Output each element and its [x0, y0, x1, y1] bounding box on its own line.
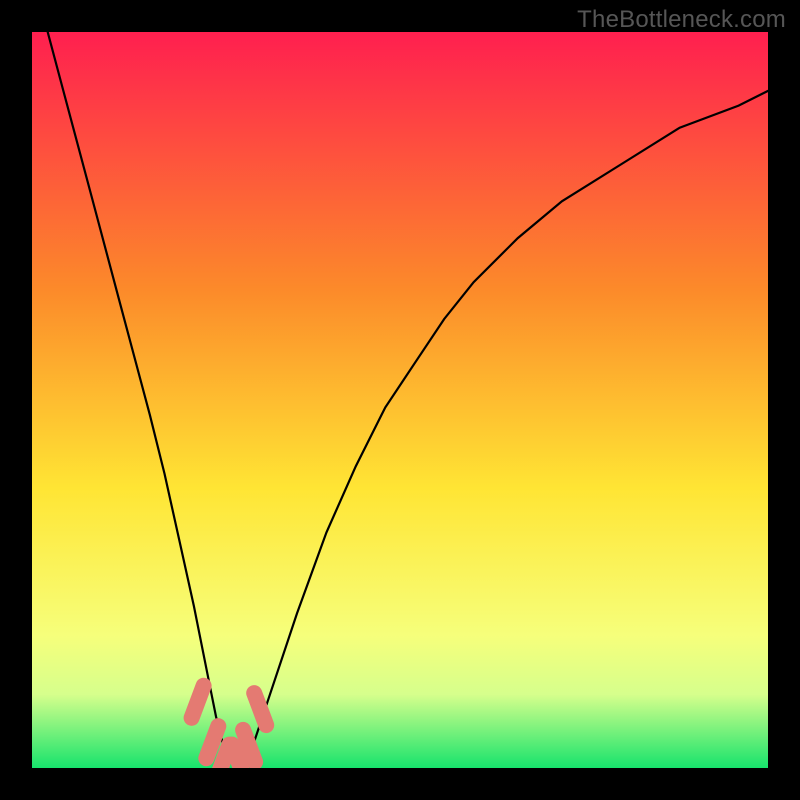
- curve-marker: [206, 726, 218, 758]
- curve-marker: [254, 693, 266, 725]
- plot-svg: [32, 32, 768, 768]
- curve-marker: [192, 686, 204, 718]
- watermark-text: TheBottleneck.com: [577, 6, 786, 34]
- curve-marker: [243, 730, 255, 762]
- plot-area: [32, 32, 768, 768]
- chart-frame: TheBottleneck.com: [0, 0, 800, 800]
